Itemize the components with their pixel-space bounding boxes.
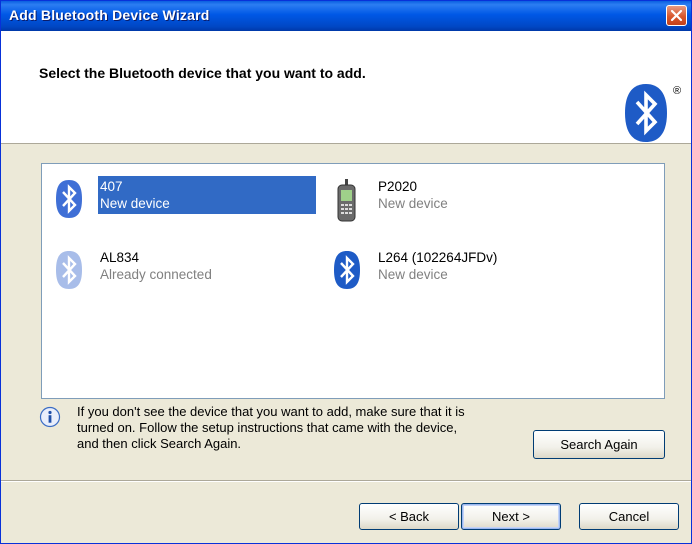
info-line-3: and then click Search Again. <box>77 436 242 451</box>
device-status: New device <box>378 267 448 282</box>
device-list[interactable]: 407 New device P2020 New device AL834 Al… <box>41 163 665 399</box>
info-line-1: If you don't see the device that you wan… <box>77 404 465 419</box>
back-button[interactable]: < Back <box>359 503 459 530</box>
device-name: P2020 <box>378 179 418 194</box>
search-again-button[interactable]: Search Again <box>533 430 665 459</box>
bluetooth-logo-icon <box>625 84 667 142</box>
next-button[interactable]: Next > <box>461 503 561 530</box>
header-instruction: Select the Bluetooth device that you wan… <box>39 65 366 81</box>
device-item-l264[interactable]: L264 (102264JFDv) New device <box>332 250 652 294</box>
bluetooth-icon <box>334 251 360 289</box>
window-title: Add Bluetooth Device Wizard <box>9 7 210 23</box>
device-status: New device <box>100 196 170 211</box>
device-name: L264 (102264JFDv) <box>378 250 498 265</box>
device-name: 407 <box>100 179 123 194</box>
close-button[interactable] <box>666 5 687 26</box>
bluetooth-icon <box>56 180 82 218</box>
cancel-button[interactable]: Cancel <box>579 503 679 530</box>
device-name: AL834 <box>100 250 140 265</box>
wizard-header: Select the Bluetooth device that you wan… <box>1 31 691 144</box>
device-item-p2020[interactable]: P2020 New device <box>332 179 632 223</box>
info-icon <box>39 406 61 428</box>
device-status: Already connected <box>100 267 212 282</box>
close-icon <box>670 9 683 22</box>
info-line-2: turned on. Follow the setup instructions… <box>77 420 458 435</box>
title-bar[interactable]: Add Bluetooth Device Wizard <box>1 1 691 31</box>
mobile-phone-icon <box>337 179 356 222</box>
info-message: If you don't see the device that you wan… <box>77 404 547 452</box>
registered-mark: ® <box>673 85 682 97</box>
wizard-window: Add Bluetooth Device Wizard Select the B… <box>0 0 692 544</box>
device-item-al834[interactable]: AL834 Already connected <box>54 250 324 294</box>
button-separator <box>1 480 691 482</box>
device-item-407[interactable]: 407 New device <box>54 176 324 223</box>
device-status: New device <box>378 196 448 211</box>
bluetooth-faded-icon <box>56 251 82 289</box>
